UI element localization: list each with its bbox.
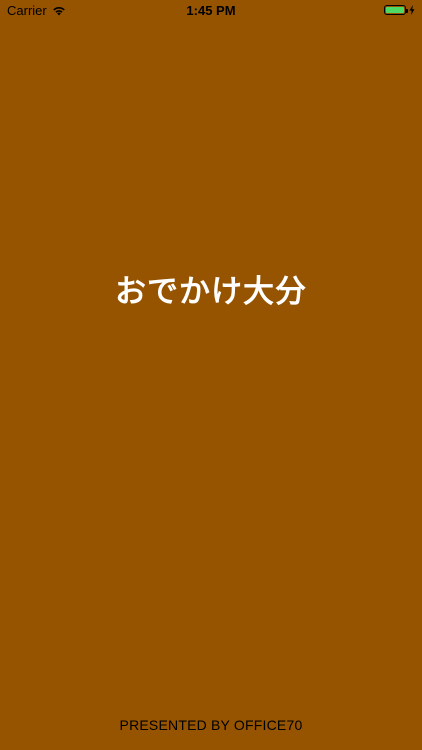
splash-screen: Carrier 1:45 PM おでかけ大分 PRESENTED BY OFFI…	[0, 0, 422, 750]
battery-group	[384, 5, 415, 15]
battery-level-fill	[386, 7, 404, 13]
presented-by-credit: PRESENTED BY OFFICE70	[119, 717, 303, 733]
status-time: 1:45 PM	[186, 3, 236, 18]
charging-bolt-icon	[409, 5, 415, 15]
app-title: おでかけ大分	[115, 274, 307, 310]
battery-cap	[406, 8, 408, 13]
battery-icon	[384, 5, 408, 15]
status-bar: Carrier 1:45 PM	[0, 0, 422, 22]
